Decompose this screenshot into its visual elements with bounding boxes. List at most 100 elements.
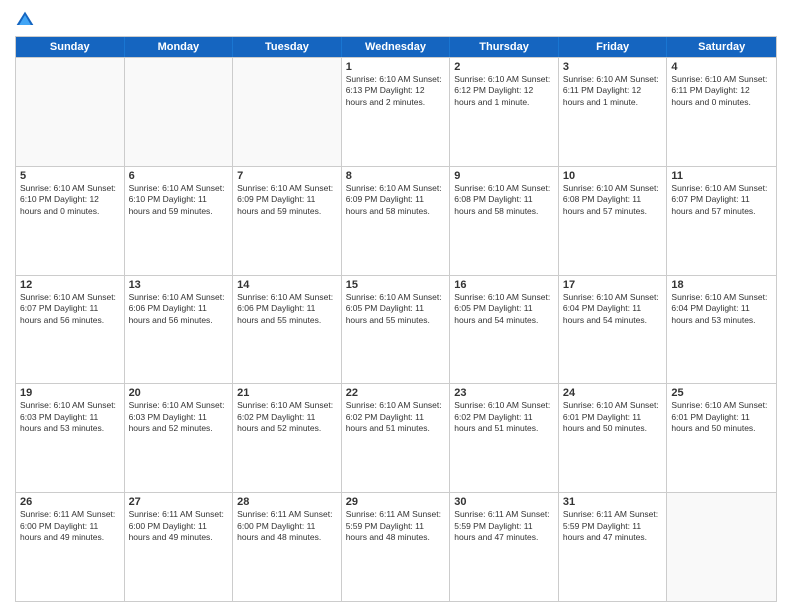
day-cell-4: 4Sunrise: 6:10 AM Sunset: 6:11 PM Daylig… (667, 58, 776, 166)
day-number: 13 (129, 279, 229, 291)
day-info: Sunrise: 6:10 AM Sunset: 6:03 PM Dayligh… (20, 400, 120, 434)
day-info: Sunrise: 6:10 AM Sunset: 6:02 PM Dayligh… (237, 400, 337, 434)
day-cell-7: 7Sunrise: 6:10 AM Sunset: 6:09 PM Daylig… (233, 167, 342, 275)
page: SundayMondayTuesdayWednesdayThursdayFrid… (0, 0, 792, 612)
day-info: Sunrise: 6:10 AM Sunset: 6:09 PM Dayligh… (237, 183, 337, 217)
day-cell-17: 17Sunrise: 6:10 AM Sunset: 6:04 PM Dayli… (559, 276, 668, 384)
day-info: Sunrise: 6:10 AM Sunset: 6:04 PM Dayligh… (563, 292, 663, 326)
day-number: 31 (563, 496, 663, 508)
day-info: Sunrise: 6:10 AM Sunset: 6:09 PM Dayligh… (346, 183, 446, 217)
day-number: 4 (671, 61, 772, 73)
day-number: 2 (454, 61, 554, 73)
day-number: 29 (346, 496, 446, 508)
day-cell-31: 31Sunrise: 6:11 AM Sunset: 5:59 PM Dayli… (559, 493, 668, 601)
day-info: Sunrise: 6:10 AM Sunset: 6:10 PM Dayligh… (20, 183, 120, 217)
day-number: 9 (454, 170, 554, 182)
day-info: Sunrise: 6:10 AM Sunset: 6:10 PM Dayligh… (129, 183, 229, 217)
header (15, 10, 777, 30)
day-info: Sunrise: 6:11 AM Sunset: 5:59 PM Dayligh… (563, 509, 663, 543)
day-header-sunday: Sunday (16, 37, 125, 57)
day-header-friday: Friday (559, 37, 668, 57)
day-number: 22 (346, 387, 446, 399)
day-info: Sunrise: 6:11 AM Sunset: 6:00 PM Dayligh… (237, 509, 337, 543)
day-number: 5 (20, 170, 120, 182)
day-cell-18: 18Sunrise: 6:10 AM Sunset: 6:04 PM Dayli… (667, 276, 776, 384)
day-number: 25 (671, 387, 772, 399)
day-cell-empty (667, 493, 776, 601)
day-info: Sunrise: 6:10 AM Sunset: 6:01 PM Dayligh… (671, 400, 772, 434)
logo-icon (15, 10, 35, 30)
day-cell-empty (16, 58, 125, 166)
day-info: Sunrise: 6:10 AM Sunset: 6:03 PM Dayligh… (129, 400, 229, 434)
day-info: Sunrise: 6:10 AM Sunset: 6:06 PM Dayligh… (237, 292, 337, 326)
day-cell-20: 20Sunrise: 6:10 AM Sunset: 6:03 PM Dayli… (125, 384, 234, 492)
calendar-body: 1Sunrise: 6:10 AM Sunset: 6:13 PM Daylig… (16, 57, 776, 601)
day-cell-1: 1Sunrise: 6:10 AM Sunset: 6:13 PM Daylig… (342, 58, 451, 166)
day-number: 18 (671, 279, 772, 291)
day-cell-empty (233, 58, 342, 166)
day-info: Sunrise: 6:10 AM Sunset: 6:06 PM Dayligh… (129, 292, 229, 326)
day-cell-12: 12Sunrise: 6:10 AM Sunset: 6:07 PM Dayli… (16, 276, 125, 384)
day-cell-14: 14Sunrise: 6:10 AM Sunset: 6:06 PM Dayli… (233, 276, 342, 384)
day-cell-15: 15Sunrise: 6:10 AM Sunset: 6:05 PM Dayli… (342, 276, 451, 384)
day-header-saturday: Saturday (667, 37, 776, 57)
calendar-row-5: 26Sunrise: 6:11 AM Sunset: 6:00 PM Dayli… (16, 492, 776, 601)
day-number: 10 (563, 170, 663, 182)
day-number: 26 (20, 496, 120, 508)
day-cell-21: 21Sunrise: 6:10 AM Sunset: 6:02 PM Dayli… (233, 384, 342, 492)
day-header-thursday: Thursday (450, 37, 559, 57)
day-number: 19 (20, 387, 120, 399)
day-cell-27: 27Sunrise: 6:11 AM Sunset: 6:00 PM Dayli… (125, 493, 234, 601)
day-cell-10: 10Sunrise: 6:10 AM Sunset: 6:08 PM Dayli… (559, 167, 668, 275)
day-cell-6: 6Sunrise: 6:10 AM Sunset: 6:10 PM Daylig… (125, 167, 234, 275)
day-info: Sunrise: 6:10 AM Sunset: 6:07 PM Dayligh… (671, 183, 772, 217)
day-cell-11: 11Sunrise: 6:10 AM Sunset: 6:07 PM Dayli… (667, 167, 776, 275)
day-info: Sunrise: 6:11 AM Sunset: 5:59 PM Dayligh… (346, 509, 446, 543)
day-cell-16: 16Sunrise: 6:10 AM Sunset: 6:05 PM Dayli… (450, 276, 559, 384)
day-info: Sunrise: 6:10 AM Sunset: 6:08 PM Dayligh… (454, 183, 554, 217)
day-header-tuesday: Tuesday (233, 37, 342, 57)
day-number: 1 (346, 61, 446, 73)
day-number: 27 (129, 496, 229, 508)
day-number: 30 (454, 496, 554, 508)
day-info: Sunrise: 6:11 AM Sunset: 6:00 PM Dayligh… (129, 509, 229, 543)
day-number: 7 (237, 170, 337, 182)
calendar-row-3: 12Sunrise: 6:10 AM Sunset: 6:07 PM Dayli… (16, 275, 776, 384)
day-cell-5: 5Sunrise: 6:10 AM Sunset: 6:10 PM Daylig… (16, 167, 125, 275)
day-number: 12 (20, 279, 120, 291)
day-cell-30: 30Sunrise: 6:11 AM Sunset: 5:59 PM Dayli… (450, 493, 559, 601)
day-cell-2: 2Sunrise: 6:10 AM Sunset: 6:12 PM Daylig… (450, 58, 559, 166)
day-number: 20 (129, 387, 229, 399)
day-cell-25: 25Sunrise: 6:10 AM Sunset: 6:01 PM Dayli… (667, 384, 776, 492)
day-info: Sunrise: 6:11 AM Sunset: 6:00 PM Dayligh… (20, 509, 120, 543)
day-info: Sunrise: 6:11 AM Sunset: 5:59 PM Dayligh… (454, 509, 554, 543)
calendar: SundayMondayTuesdayWednesdayThursdayFrid… (15, 36, 777, 602)
day-info: Sunrise: 6:10 AM Sunset: 6:13 PM Dayligh… (346, 74, 446, 108)
day-cell-24: 24Sunrise: 6:10 AM Sunset: 6:01 PM Dayli… (559, 384, 668, 492)
day-number: 28 (237, 496, 337, 508)
day-info: Sunrise: 6:10 AM Sunset: 6:05 PM Dayligh… (454, 292, 554, 326)
day-cell-8: 8Sunrise: 6:10 AM Sunset: 6:09 PM Daylig… (342, 167, 451, 275)
day-cell-26: 26Sunrise: 6:11 AM Sunset: 6:00 PM Dayli… (16, 493, 125, 601)
calendar-row-2: 5Sunrise: 6:10 AM Sunset: 6:10 PM Daylig… (16, 166, 776, 275)
day-number: 17 (563, 279, 663, 291)
day-number: 14 (237, 279, 337, 291)
calendar-header: SundayMondayTuesdayWednesdayThursdayFrid… (16, 37, 776, 57)
day-number: 23 (454, 387, 554, 399)
calendar-row-4: 19Sunrise: 6:10 AM Sunset: 6:03 PM Dayli… (16, 383, 776, 492)
day-header-monday: Monday (125, 37, 234, 57)
day-cell-22: 22Sunrise: 6:10 AM Sunset: 6:02 PM Dayli… (342, 384, 451, 492)
day-info: Sunrise: 6:10 AM Sunset: 6:04 PM Dayligh… (671, 292, 772, 326)
day-number: 24 (563, 387, 663, 399)
day-info: Sunrise: 6:10 AM Sunset: 6:11 PM Dayligh… (563, 74, 663, 108)
day-cell-3: 3Sunrise: 6:10 AM Sunset: 6:11 PM Daylig… (559, 58, 668, 166)
day-cell-empty (125, 58, 234, 166)
day-info: Sunrise: 6:10 AM Sunset: 6:01 PM Dayligh… (563, 400, 663, 434)
day-info: Sunrise: 6:10 AM Sunset: 6:02 PM Dayligh… (346, 400, 446, 434)
day-info: Sunrise: 6:10 AM Sunset: 6:02 PM Dayligh… (454, 400, 554, 434)
day-info: Sunrise: 6:10 AM Sunset: 6:07 PM Dayligh… (20, 292, 120, 326)
day-cell-28: 28Sunrise: 6:11 AM Sunset: 6:00 PM Dayli… (233, 493, 342, 601)
day-info: Sunrise: 6:10 AM Sunset: 6:11 PM Dayligh… (671, 74, 772, 108)
day-info: Sunrise: 6:10 AM Sunset: 6:12 PM Dayligh… (454, 74, 554, 108)
day-number: 11 (671, 170, 772, 182)
